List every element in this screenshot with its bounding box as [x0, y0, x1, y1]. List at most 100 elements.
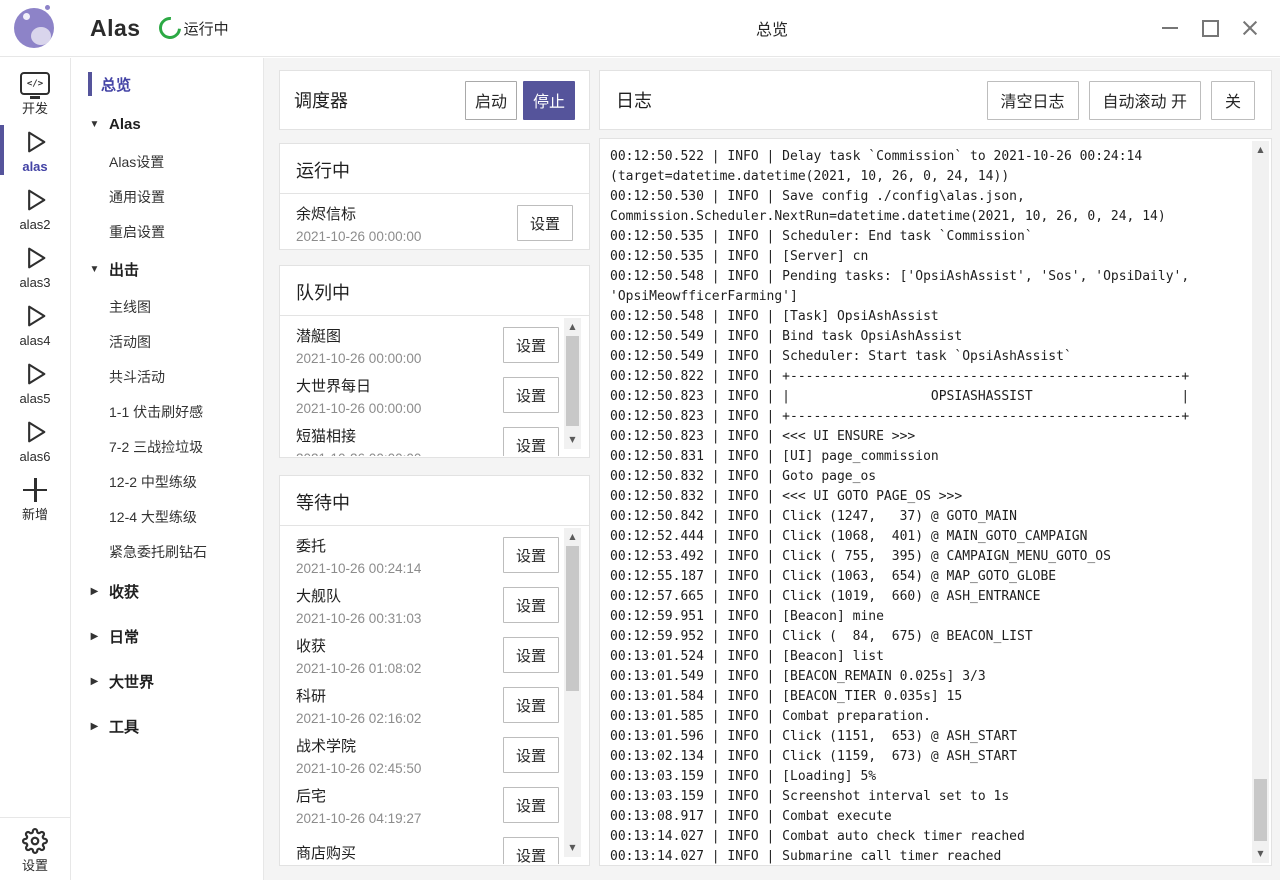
code-monitor-icon: </>	[20, 72, 50, 95]
minimize-icon	[1162, 27, 1178, 29]
task-setting-button[interactable]: 设置	[503, 327, 559, 363]
nav-item-instance[interactable]: alas6	[0, 411, 70, 469]
task-info: 委托 2021-10-26 00:24:14	[296, 535, 421, 576]
menu-item[interactable]: 共斗活动	[72, 359, 263, 394]
scroll-down-icon[interactable]	[564, 841, 581, 855]
page-title: 总览	[264, 16, 1280, 40]
menu-item[interactable]: 1-1 伏击刷好感	[72, 394, 263, 429]
menu-section-reward[interactable]: ▶ 收获	[72, 569, 263, 614]
log-scrollbar[interactable]	[1252, 141, 1269, 863]
log-line: 00:12:53.492 | INFO | Click ( 755, 395) …	[610, 547, 1245, 567]
menu-section-label: 日常	[109, 626, 139, 647]
scroll-up-icon[interactable]	[1252, 143, 1269, 157]
menu-item[interactable]: 12-2 中型练级	[72, 464, 263, 499]
log-line: 00:12:50.842 | INFO | Click (1247, 37) @…	[610, 507, 1245, 527]
task-row: 大世界每日 2021-10-26 00:00:00 设置	[296, 370, 559, 420]
chevron-right-icon: ▶	[89, 586, 100, 597]
menu-section-combat[interactable]: ▼ 出击	[72, 249, 263, 289]
scroll-up-icon[interactable]	[564, 320, 581, 334]
task-setting-button[interactable]: 设置	[503, 537, 559, 573]
task-setting-button[interactable]: 设置	[517, 205, 573, 241]
nav-item-dev[interactable]: </> 开发	[0, 63, 70, 121]
scroll-up-icon[interactable]	[564, 530, 581, 544]
menu-item[interactable]: 紧急委托刷钻石	[72, 534, 263, 569]
autoscroll-on-button[interactable]: 自动滚动 开	[1089, 81, 1201, 120]
menu-item[interactable]: 活动图	[72, 324, 263, 359]
nav-rail: </> 开发 alas alas2	[0, 58, 71, 880]
task-name: 大舰队	[296, 585, 421, 606]
task-info: 收获 2021-10-26 01:08:02	[296, 635, 421, 676]
nav-item-settings[interactable]: 设置	[0, 817, 70, 880]
menu-section-opsi[interactable]: ▶ 大世界	[72, 659, 263, 704]
menu-section-label: 大世界	[109, 671, 154, 692]
nav-item-instance[interactable]: alas	[0, 121, 70, 179]
log-line: 00:12:50.831 | INFO | [UI] page_commissi…	[610, 447, 1245, 467]
nav-item-instance[interactable]: alas4	[0, 295, 70, 353]
task-setting-button[interactable]: 设置	[503, 637, 559, 673]
menu-item[interactable]: Alas设置	[72, 144, 263, 179]
log-line: 00:12:52.444 | INFO | Click (1068, 401) …	[610, 527, 1245, 547]
task-info: 大舰队 2021-10-26 00:31:03	[296, 585, 421, 626]
start-button[interactable]: 启动	[465, 81, 517, 120]
menu-item[interactable]: 主线图	[72, 289, 263, 324]
close-button[interactable]	[1230, 8, 1270, 48]
task-name: 收获	[296, 635, 421, 656]
scroll-thumb[interactable]	[566, 336, 579, 426]
scroll-down-icon[interactable]	[564, 433, 581, 447]
task-time: 2021-10-26 00:00:00	[296, 351, 421, 366]
stop-button[interactable]: 停止	[523, 81, 575, 120]
pending-scrollbar[interactable]	[564, 318, 581, 449]
log-line: 00:12:50.823 | INFO | <<< UI ENSURE >>>	[610, 427, 1245, 447]
menu-section-alas[interactable]: ▼ Alas	[72, 104, 263, 144]
nav-item-label: 新增	[22, 508, 48, 522]
menu-group-combat: 主线图 活动图 共斗活动 1-1 伏击刷好感 7-2 三战捡垃圾 12-2 中型…	[72, 289, 263, 569]
nav-item-add[interactable]: 新增	[0, 469, 70, 527]
nav-item-instance[interactable]: alas5	[0, 353, 70, 411]
window-controls	[1150, 0, 1270, 56]
nav-item-label: alas	[22, 160, 47, 174]
task-setting-button[interactable]: 设置	[503, 737, 559, 773]
task-setting-button[interactable]: 设置	[503, 427, 559, 456]
autoscroll-off-button[interactable]: 关	[1211, 81, 1255, 120]
task-name: 短猫相接	[296, 425, 421, 446]
nav-item-label: alas3	[19, 276, 50, 290]
task-row: 短猫相接 2021-10-26 00:00:00 设置	[296, 420, 559, 456]
task-time: 2021-10-26 00:00:00	[296, 229, 421, 244]
minimize-button[interactable]	[1150, 8, 1190, 48]
menu-item[interactable]: 通用设置	[72, 179, 263, 214]
maximize-icon	[1202, 20, 1219, 37]
nav-item-instance[interactable]: alas3	[0, 237, 70, 295]
clear-log-button[interactable]: 清空日志	[987, 81, 1079, 120]
log-line: 00:12:50.823 | INFO | +-----------------…	[610, 407, 1245, 427]
menu-item-overview[interactable]: 总览	[72, 64, 263, 104]
scheduler-buttons: 启动 停止	[465, 81, 575, 120]
log-line: 00:12:50.822 | INFO | +-----------------…	[610, 367, 1245, 387]
task-setting-button[interactable]: 设置	[503, 687, 559, 723]
log-line: 00:12:50.832 | INFO | <<< UI GOTO PAGE_O…	[610, 487, 1245, 507]
log-line: 00:13:02.134 | INFO | Click (1159, 673) …	[610, 747, 1245, 767]
scroll-thumb[interactable]	[566, 546, 579, 691]
waiting-scrollbar[interactable]	[564, 528, 581, 857]
task-setting-button[interactable]: 设置	[503, 837, 559, 864]
scroll-down-icon[interactable]	[1252, 847, 1269, 861]
task-row: 战术学院 2021-10-26 02:45:50 设置	[296, 730, 559, 780]
task-name: 大世界每日	[296, 375, 421, 396]
menu-section-daily[interactable]: ▶ 日常	[72, 614, 263, 659]
scroll-thumb[interactable]	[1254, 779, 1267, 841]
menu-item[interactable]: 12-4 大型练级	[72, 499, 263, 534]
task-setting-button[interactable]: 设置	[503, 787, 559, 823]
menu-section-tool[interactable]: ▶ 工具	[72, 704, 263, 749]
task-setting-button[interactable]: 设置	[503, 377, 559, 413]
task-name: 战术学院	[296, 735, 421, 756]
menu-item[interactable]: 重启设置	[72, 214, 263, 249]
nav-item-instance[interactable]: alas2	[0, 179, 70, 237]
nav-instance-list: alas alas2 alas3	[0, 121, 70, 469]
pending-task-list: 潜艇图 2021-10-26 00:00:00 设置 大世界每日 2021-10…	[280, 316, 589, 456]
maximize-button[interactable]	[1190, 8, 1230, 48]
log-line: 00:12:59.951 | INFO | [Beacon] mine	[610, 607, 1245, 627]
task-info: 战术学院 2021-10-26 02:45:50	[296, 735, 421, 776]
close-icon	[1241, 19, 1259, 37]
menu-item[interactable]: 7-2 三战捡垃圾	[72, 429, 263, 464]
task-setting-button[interactable]: 设置	[503, 587, 559, 623]
play-icon	[21, 127, 49, 157]
